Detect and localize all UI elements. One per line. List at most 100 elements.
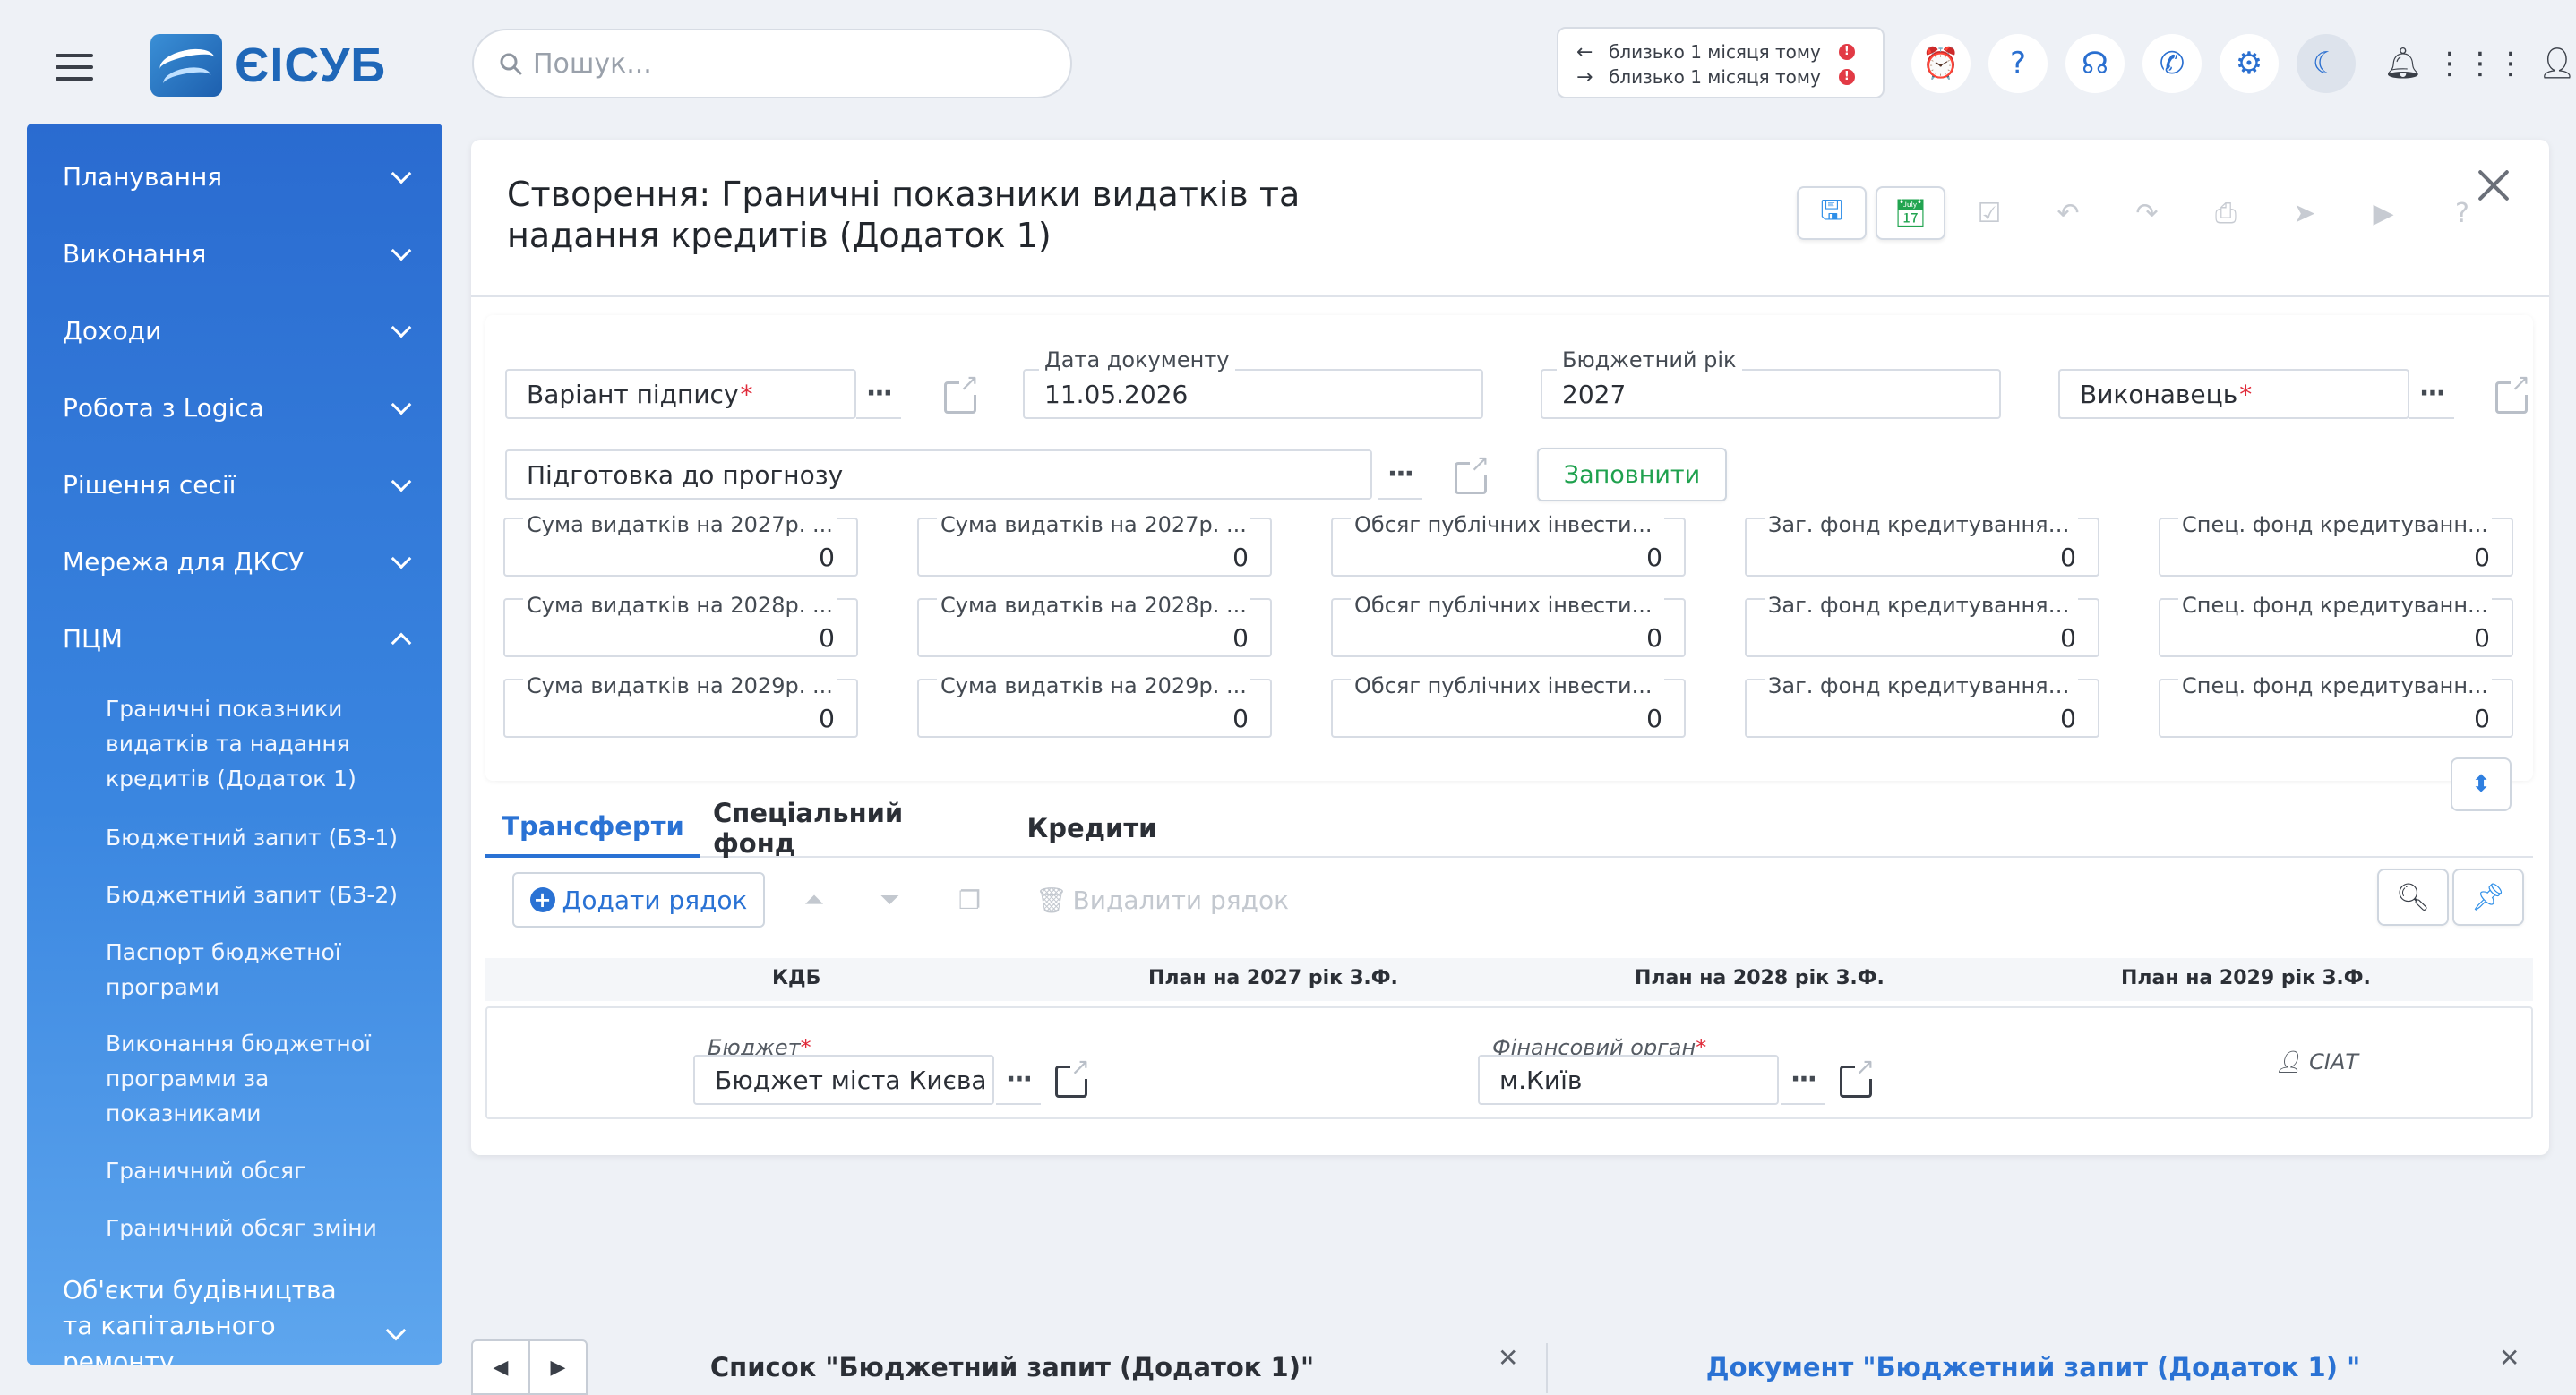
- column-header-plan-2029[interactable]: План на 2029 рік З.Ф.: [2121, 967, 2371, 989]
- budget-year-field[interactable]: 2027: [1541, 369, 2001, 419]
- redo-icon[interactable]: ↷: [2112, 186, 2182, 240]
- more-icon[interactable]: ···: [856, 369, 901, 419]
- general-fund-credit-2029-field[interactable]: Заг. фонд кредитування ... 0: [1745, 673, 2099, 738]
- bottom-tab-list[interactable]: Список "Бюджетний запит (Додаток 1)": [645, 1339, 1379, 1395]
- expenses-2028-field-2[interactable]: Сума видатків на 2028р. ... 0: [917, 593, 1272, 657]
- bell-icon[interactable]: 🔔︎: [2374, 34, 2433, 93]
- table-row[interactable]: Бюджет* Бюджет міста Києва ··· Фінансови…: [485, 1006, 2533, 1119]
- sidebar-subitem-bz1[interactable]: Бюджетний запит (БЗ-1): [106, 820, 410, 855]
- fill-button[interactable]: Заповнити: [1537, 448, 1727, 501]
- help-icon[interactable]: ?: [1988, 34, 2048, 93]
- moon-icon[interactable]: ☾: [2297, 34, 2356, 93]
- chevron-down-icon: [391, 471, 412, 492]
- more-icon[interactable]: ···: [996, 1055, 1041, 1105]
- save-button[interactable]: 🖫: [1797, 186, 1867, 240]
- sidebar-subitem-limit-volume[interactable]: Граничний обсяг: [106, 1153, 410, 1188]
- budget-field[interactable]: Бюджет міста Києва: [693, 1055, 994, 1105]
- arrow-right-icon[interactable]: ▶: [528, 1341, 586, 1393]
- document-date-field[interactable]: 11.05.2026: [1023, 369, 1483, 419]
- arrow-left-icon[interactable]: ◀: [473, 1341, 528, 1393]
- tab-credits[interactable]: Кредити: [1007, 799, 1177, 858]
- more-icon[interactable]: ···: [1781, 1055, 1825, 1105]
- phone-icon[interactable]: ✆: [2142, 34, 2202, 93]
- close-icon[interactable]: ✕: [1498, 1343, 1518, 1373]
- sidebar-subitem-limit-indicators[interactable]: Граничні показники видатків та надання к…: [106, 691, 410, 796]
- user-icon[interactable]: 👤︎: [2528, 34, 2576, 93]
- calendar-check-icon[interactable]: ☑: [1954, 186, 2024, 240]
- signature-variant-field[interactable]: Варіант підпису: [505, 369, 856, 419]
- external-link-icon[interactable]: [2495, 372, 2530, 414]
- headset-icon[interactable]: ☊: [2065, 34, 2125, 93]
- notification-item[interactable]: ← близько 1 місяця тому !: [1576, 39, 1865, 64]
- search-box[interactable]: [472, 29, 1072, 98]
- expenses-2029-field[interactable]: Сума видатків на 2029р. ... 0: [503, 673, 858, 738]
- field-value: 11.05.2026: [1044, 379, 1189, 409]
- notification-history[interactable]: ← близько 1 місяця тому ! → близько 1 мі…: [1557, 27, 1885, 98]
- expenses-2029-field-2[interactable]: Сума видатків на 2029р. ... 0: [917, 673, 1272, 738]
- sidebar-subitem-program-execution[interactable]: Виконання бюджетної программи за показни…: [106, 1026, 410, 1131]
- app-logo[interactable]: ЄІСУБ: [150, 34, 386, 97]
- sidebar-item-planning[interactable]: Планування: [27, 138, 442, 215]
- add-row-button[interactable]: + Додати рядок: [512, 872, 765, 928]
- sidebar-subitem-limit-volume-changes[interactable]: Граничний обсяг зміни: [106, 1211, 410, 1245]
- general-fund-credit-2028-field[interactable]: Заг. фонд кредитування ... 0: [1745, 593, 2099, 657]
- search-money-icon[interactable]: 🔍︎: [2377, 869, 2449, 926]
- calendar-save-button[interactable]: 📅︎: [1876, 186, 1945, 240]
- apps-grid-icon[interactable]: ⋮⋮⋮: [2434, 34, 2526, 93]
- public-investment-2029-field[interactable]: Обсяг публічних інвести... 0: [1331, 673, 1686, 738]
- special-fund-credit-2028-field[interactable]: Спец. фонд кредитуванн... 0: [2159, 593, 2513, 657]
- video-icon[interactable]: ▶: [2348, 186, 2418, 240]
- more-icon[interactable]: ···: [1378, 449, 1422, 500]
- forecast-preparation-field[interactable]: Підготовка до прогнозу: [505, 449, 1372, 500]
- alarm-clock-icon[interactable]: ⏰: [1911, 34, 1971, 93]
- tab-special-fund[interactable]: Спеціальний фонд: [713, 798, 991, 859]
- close-icon[interactable]: [2474, 165, 2515, 206]
- sidebar-item-pcm[interactable]: ПЦМ: [27, 600, 442, 677]
- column-header-plan-2027[interactable]: План на 2027 рік З.Ф.: [1148, 967, 1398, 989]
- document-panel: Створення: Граничні показники видатків т…: [471, 140, 2549, 1155]
- special-fund-credit-2029-field[interactable]: Спец. фонд кредитуванн... 0: [2159, 673, 2513, 738]
- sidebar-subitem-program-passport[interactable]: Паспорт бюджетної програми: [106, 935, 410, 1005]
- sidebar-subitem-bz2[interactable]: Бюджетний запит (БЗ-2): [106, 877, 410, 912]
- external-link-icon[interactable]: [1455, 452, 1490, 494]
- column-header-plan-2028[interactable]: План на 2028 рік З.Ф.: [1635, 967, 1885, 989]
- close-icon[interactable]: ✕: [2499, 1343, 2520, 1373]
- notification-item[interactable]: → близько 1 місяця тому !: [1576, 64, 1865, 90]
- expenses-2027-field[interactable]: Сума видатків на 2027р. ... 0: [503, 512, 858, 577]
- sidebar-item-session-decisions[interactable]: Рішення сесії: [27, 446, 442, 523]
- bottom-tab-document[interactable]: Документ "Бюджетний запит (Додаток 1) ": [1657, 1339, 2409, 1395]
- sidebar-item-construction[interactable]: Об'єкти будівництва та капітального ремо…: [27, 1275, 385, 1365]
- external-link-icon[interactable]: [1055, 1056, 1090, 1098]
- search-input[interactable]: [533, 47, 1035, 80]
- sidebar-item-label: Об'єкти будівництва та капітального ремо…: [63, 1275, 337, 1365]
- field-label: Бюджетний рік: [1557, 347, 1742, 372]
- more-icon[interactable]: ···: [2409, 369, 2454, 419]
- financial-authority-field[interactable]: м.Київ: [1478, 1055, 1779, 1105]
- pin-icon[interactable]: 📌︎: [2452, 869, 2524, 926]
- external-link-icon[interactable]: [1840, 1056, 1875, 1098]
- public-investment-2027-field[interactable]: Обсяг публічних інвести... 0: [1331, 512, 1686, 577]
- gear-icon[interactable]: ⚙: [2220, 34, 2279, 93]
- external-link-icon[interactable]: [944, 372, 979, 414]
- column-header-kdb[interactable]: КДБ: [772, 967, 820, 989]
- public-investment-2028-field[interactable]: Обсяг публічних інвести... 0: [1331, 593, 1686, 657]
- general-fund-credit-2027-field[interactable]: Заг. фонд кредитування ... 0: [1745, 512, 2099, 577]
- move-down-icon[interactable]: ⏷: [880, 872, 899, 928]
- special-fund-credit-2027-field[interactable]: Спец. фонд кредитуванн... 0: [2159, 512, 2513, 577]
- sidebar-item-execution[interactable]: Виконання: [27, 215, 442, 292]
- expenses-2027-field-2[interactable]: Сума видатків на 2027р. ... 0: [917, 512, 1272, 577]
- copy-icon[interactable]: ❐: [958, 872, 981, 928]
- field-value: 0: [2474, 543, 2490, 572]
- undo-icon[interactable]: ↶: [2033, 186, 2103, 240]
- expenses-2028-field[interactable]: Сума видатків на 2028р. ... 0: [503, 593, 858, 657]
- move-up-icon[interactable]: ⏶: [804, 872, 824, 928]
- hamburger-menu-icon[interactable]: [56, 54, 93, 81]
- executor-field[interactable]: Виконавець: [2058, 369, 2409, 419]
- print-icon[interactable]: ⎙: [2191, 186, 2261, 240]
- tab-transfers[interactable]: Трансферти: [485, 799, 700, 858]
- send-icon[interactable]: ➤: [2270, 186, 2340, 240]
- sidebar-item-logica[interactable]: Робота з Logica: [27, 369, 442, 446]
- delete-row-button[interactable]: 🗑︎ Видалити рядок: [1035, 872, 1289, 928]
- sidebar-item-income[interactable]: Доходи: [27, 292, 442, 369]
- sidebar-item-dksu-network[interactable]: Мережа для ДКСУ: [27, 523, 442, 600]
